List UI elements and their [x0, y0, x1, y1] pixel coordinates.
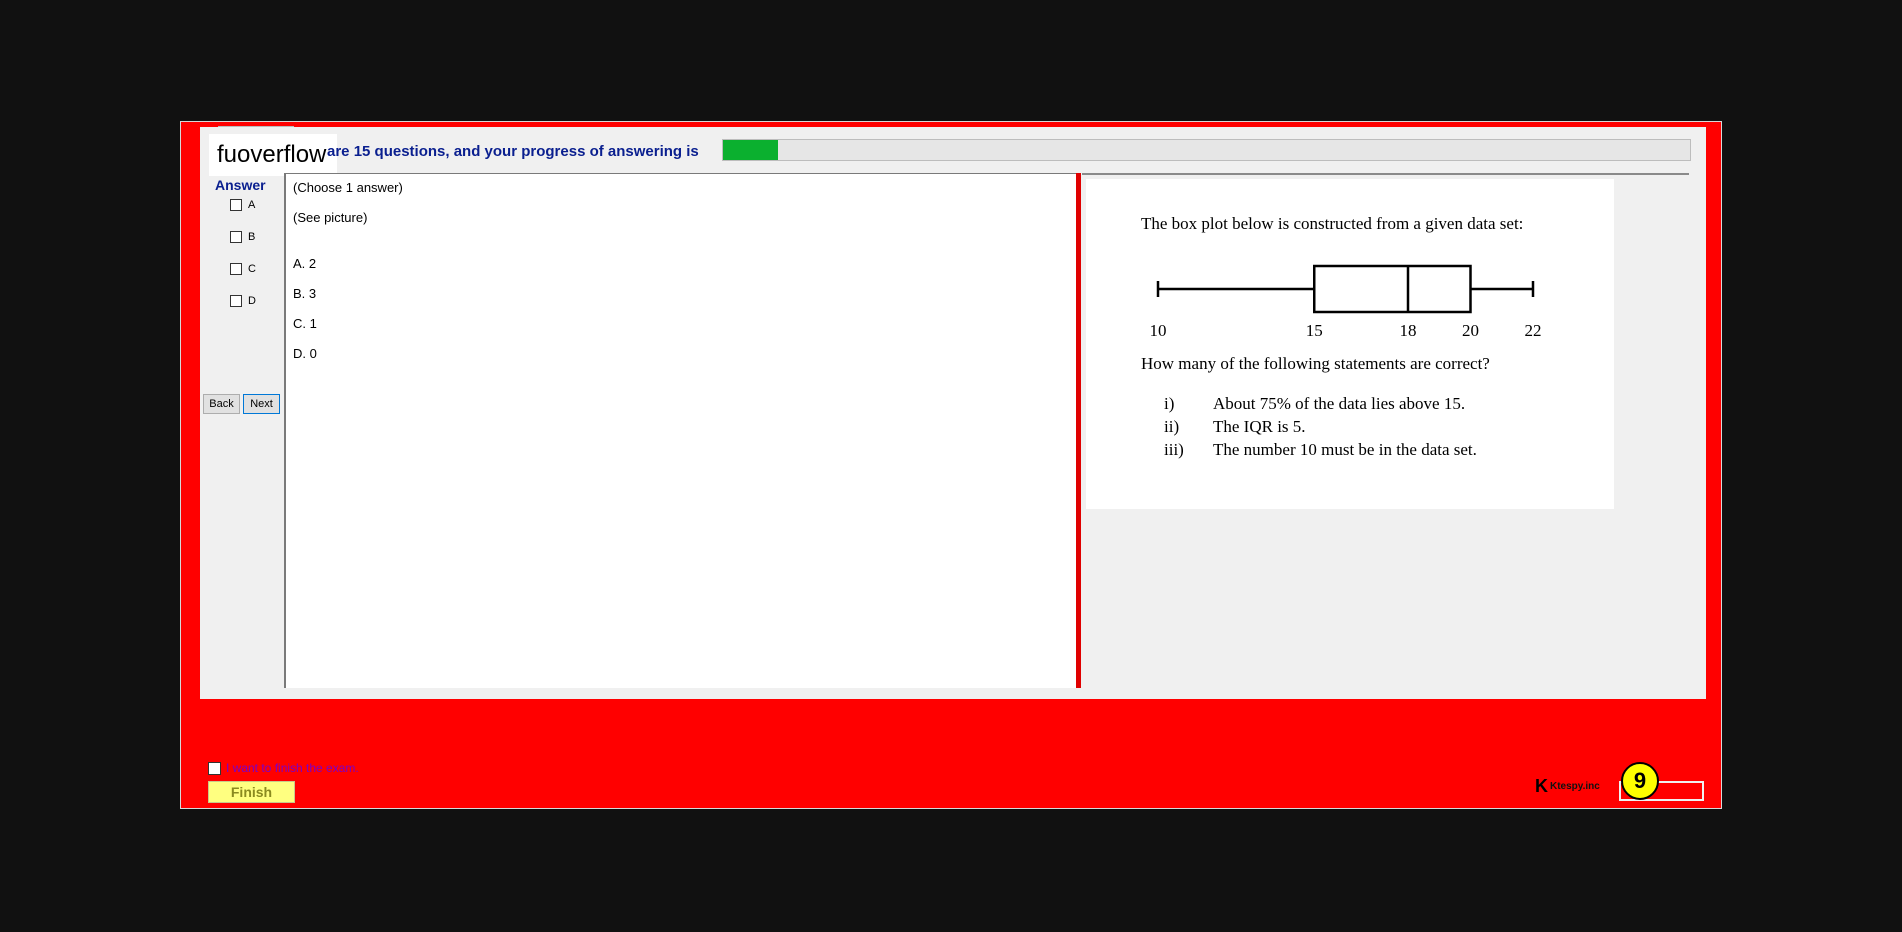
question-see-picture: (See picture) — [293, 210, 368, 225]
option-c[interactable]: C — [230, 263, 256, 275]
progress-bar — [722, 139, 1691, 161]
option-a[interactable]: A — [230, 199, 255, 211]
option-a-label: A — [248, 199, 256, 211]
choice-c-text: C. 1 — [293, 316, 317, 331]
option-c-checkbox[interactable] — [230, 263, 242, 275]
finish-button[interactable]: Finish — [208, 781, 295, 803]
tab-stub — [218, 126, 294, 133]
tick-label: 20 — [1462, 321, 1479, 340]
option-c-label: C — [248, 263, 256, 275]
progress-text: are 15 questions, and your progress of a… — [327, 143, 699, 160]
option-d[interactable]: D — [230, 295, 256, 307]
option-b-label: B — [248, 231, 256, 243]
panel-divider[interactable] — [1076, 173, 1081, 688]
option-a-checkbox[interactable] — [230, 199, 242, 211]
tick-label: 15 — [1306, 321, 1323, 340]
question-instruction: (Choose 1 answer) — [293, 180, 403, 195]
question-picture-svg: The box plot below is constructed from a… — [1141, 214, 1542, 459]
ktespy-logo: K Ktespy.inc — [1535, 776, 1600, 797]
iqr-box — [1313, 264, 1472, 314]
choice-a-text: A. 2 — [293, 256, 317, 271]
logo-text: Ktespy.inc — [1550, 781, 1600, 792]
question-counter-badge: 9 — [1621, 762, 1659, 800]
option-d-checkbox[interactable] — [230, 295, 242, 307]
statement-1-num: i) — [1164, 394, 1174, 413]
tick-label: 22 — [1525, 321, 1542, 340]
picture-panel: The box plot below is constructed from a… — [1082, 173, 1689, 688]
box-plot: 10 15 18 20 22 — [1150, 264, 1542, 340]
answer-title: Answer — [215, 177, 266, 193]
finish-exam-checkbox[interactable] — [208, 762, 221, 775]
tick-label: 10 — [1150, 321, 1167, 340]
next-button[interactable]: Next — [243, 394, 280, 414]
exam-window: fuoverflow are 15 questions, and your pr… — [180, 121, 1722, 809]
picture-prompt: How many of the following statements are… — [1141, 354, 1490, 373]
statement-2-text: The IQR is 5. — [1213, 417, 1306, 436]
question-panel: (Choose 1 answer) (See picture) A. 2 B. … — [284, 173, 1076, 688]
finish-exam-label[interactable]: I want to finish the exam. — [226, 761, 359, 775]
back-button[interactable]: Back — [203, 394, 240, 414]
answer-panel: Answer A B C D Back Next — [203, 167, 285, 687]
question-picture: The box plot below is constructed from a… — [1086, 179, 1614, 509]
tick-label: 18 — [1400, 321, 1417, 340]
option-b-checkbox[interactable] — [230, 231, 242, 243]
statement-2-num: ii) — [1164, 417, 1179, 436]
option-d-label: D — [248, 295, 256, 307]
statement-3-text: The number 10 must be in the data set. — [1213, 440, 1477, 459]
ktespy-logo-icon: K — [1535, 776, 1548, 796]
progress-fill — [723, 140, 779, 160]
choice-d-text: D. 0 — [293, 346, 317, 361]
statement-1-text: About 75% of the data lies above 15. — [1213, 394, 1465, 413]
statement-3-num: iii) — [1164, 440, 1184, 459]
picture-intro: The box plot below is constructed from a… — [1141, 214, 1523, 233]
choice-b-text: B. 3 — [293, 286, 317, 301]
exam-main-panel: fuoverflow are 15 questions, and your pr… — [200, 126, 1706, 699]
option-b[interactable]: B — [230, 231, 255, 243]
